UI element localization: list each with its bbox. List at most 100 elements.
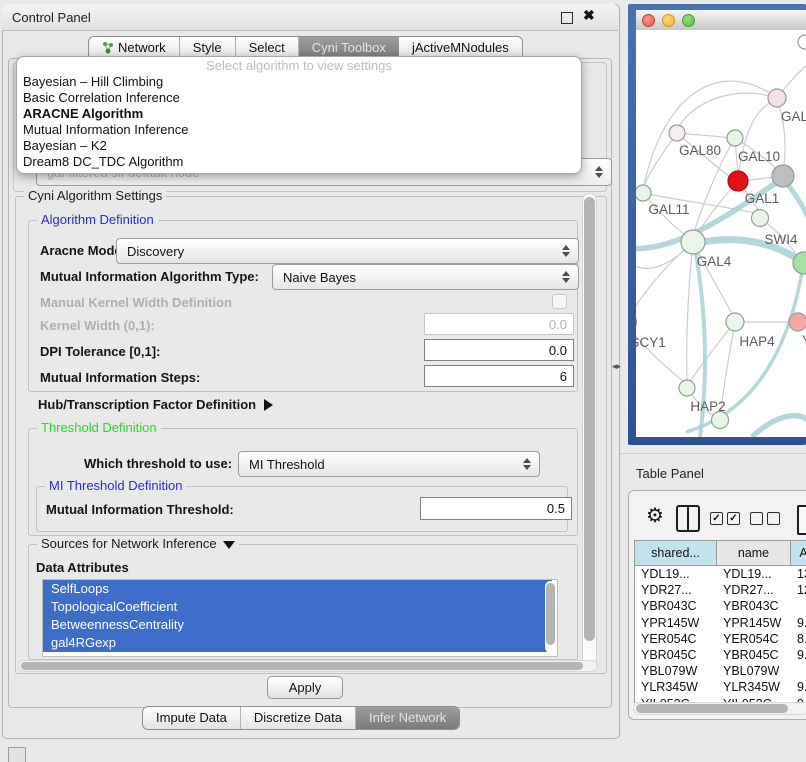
network-edge-thick[interactable] xyxy=(752,416,806,437)
mi-threshold-label: Mutual Information Threshold: xyxy=(46,502,234,517)
apply-button[interactable]: Apply xyxy=(267,676,343,699)
zoom-traffic-light-icon[interactable] xyxy=(682,14,695,27)
network-node-label: GCY1 xyxy=(636,335,666,350)
network-node-hap4[interactable] xyxy=(726,313,744,331)
algorithm-option[interactable]: ARACNE Algorithm xyxy=(17,106,581,122)
table-settings-gear-icon[interactable]: ⚙ xyxy=(646,506,664,526)
algorithm-option[interactable]: Bayesian – Hill Climbing xyxy=(17,74,581,90)
table-cell: YDL19... xyxy=(635,566,717,582)
settings-vscrollbar-thumb[interactable] xyxy=(584,197,595,641)
float-window-icon[interactable] xyxy=(561,12,573,24)
network-canvas[interactable]: GAL7GAL80GAL10GAL1GAL11SWI4GAL4GCY1HAP4Y… xyxy=(636,30,806,437)
algorithm-option[interactable]: Basic Correlation Inference xyxy=(17,90,581,106)
kernel-width-field[interactable]: 0.0 xyxy=(424,313,574,335)
table-column-header[interactable]: name xyxy=(717,541,791,565)
network-node-hap2[interactable] xyxy=(679,380,695,396)
expand-right-icon xyxy=(264,399,273,411)
table-cell: 9. xyxy=(791,615,806,631)
network-node-swi4[interactable] xyxy=(752,210,769,227)
data-attribute-item[interactable]: gal4RGexp xyxy=(43,634,552,652)
list-vscrollbar[interactable] xyxy=(545,581,556,653)
network-node-gal11[interactable] xyxy=(636,185,651,201)
data-attribute-item[interactable]: SelfLoops xyxy=(43,580,552,598)
tab-label: Cyni Toolbox xyxy=(312,40,386,55)
network-edge[interactable] xyxy=(690,322,735,381)
network-node-y[interactable] xyxy=(789,313,806,331)
algorithm-options-list: Bayesian – Hill ClimbingBasic Correlatio… xyxy=(17,74,581,170)
network-edge-thick[interactable] xyxy=(786,182,806,218)
settings-hscrollbar[interactable] xyxy=(18,660,598,672)
network-edge[interactable] xyxy=(644,81,777,185)
sources-title-row[interactable]: Sources for Network Inference xyxy=(37,536,239,551)
mi-threshold-field[interactable]: 0.5 xyxy=(420,497,572,520)
network-node-gal4[interactable] xyxy=(681,230,705,254)
table-row[interactable]: YBR045CYBR045C9. xyxy=(635,647,806,663)
bottom-tab-infer-network[interactable]: Infer Network xyxy=(356,707,459,729)
table-row[interactable]: YBL079WYBL079W xyxy=(635,663,806,679)
combo-stepper-icon xyxy=(562,270,570,284)
network-node[interactable] xyxy=(798,35,806,49)
network-edge[interactable] xyxy=(636,242,693,316)
dock-panel-icon[interactable] xyxy=(8,747,26,762)
table-row[interactable]: YDR27...YDR27...12 xyxy=(635,582,806,598)
table-hscrollbar-thumb[interactable] xyxy=(636,704,788,713)
table-column-header[interactable]: shared... xyxy=(635,541,717,565)
manual-kernel-checkbox[interactable] xyxy=(552,294,567,309)
table-row[interactable]: YLR345WYLR345W9. xyxy=(635,679,806,695)
table-cell: YLR345W xyxy=(635,679,717,695)
table-cell: YER054C xyxy=(635,631,717,647)
aracne-mode-value: Discovery xyxy=(127,244,184,259)
splitter-handle[interactable]: ◂▸ xyxy=(612,361,621,372)
cyni-settings-title: Cyni Algorithm Settings xyxy=(24,188,166,203)
network-edge[interactable] xyxy=(644,133,677,186)
dpi-tolerance-field[interactable]: 0.0 xyxy=(424,339,574,361)
table-row[interactable]: YDL19...YDL19...13 xyxy=(635,566,806,582)
network-edge[interactable] xyxy=(687,242,693,380)
close-traffic-light-icon[interactable] xyxy=(642,14,655,27)
combo-stepper-icon xyxy=(562,244,570,258)
list-vscrollbar-thumb[interactable] xyxy=(546,583,555,645)
table-hscrollbar[interactable] xyxy=(633,702,806,715)
new-table-icon[interactable] xyxy=(797,505,806,535)
network-node-gal1[interactable] xyxy=(728,171,748,191)
data-attribute-item[interactable]: TopologicalCoefficient xyxy=(43,598,552,616)
algorithm-option[interactable]: Bayesian – K2 xyxy=(17,138,581,154)
table-row[interactable]: YBR043CYBR043C xyxy=(635,598,806,614)
column-layout-icon[interactable] xyxy=(676,505,700,532)
network-node-gal7[interactable] xyxy=(768,89,786,107)
bottom-tab-discretize-data[interactable]: Discretize Data xyxy=(241,707,356,729)
combo-stepper-icon xyxy=(595,165,603,179)
close-icon[interactable]: ✖ xyxy=(583,7,595,24)
data-attributes-list[interactable]: SelfLoopsTopologicalCoefficientBetweenne… xyxy=(42,579,558,657)
network-node[interactable] xyxy=(712,412,729,429)
mi-steps-field[interactable]: 6 xyxy=(424,365,574,387)
tab-label: Select xyxy=(249,40,285,55)
minimize-traffic-light-icon[interactable] xyxy=(662,14,675,27)
deselect-all-checkboxes-icon[interactable] xyxy=(750,512,780,525)
data-attribute-item[interactable]: BetweennessCentrality xyxy=(43,616,552,634)
bottom-tab-impute-data[interactable]: Impute Data xyxy=(143,707,241,729)
aracne-mode-combobox[interactable]: Discovery xyxy=(116,238,579,264)
data-attributes-label: Data Attributes xyxy=(36,560,129,575)
algorithm-option[interactable]: Mutual Information Inference xyxy=(17,122,581,138)
table-column-header[interactable]: A xyxy=(791,541,806,565)
algorithm-option[interactable]: Dream8 DC_TDC Algorithm xyxy=(17,154,581,170)
table-cell: YLR345W xyxy=(717,679,791,695)
hub-definition-label: Hub/Transcription Factor Definition xyxy=(38,397,256,412)
table-cell: YDR27... xyxy=(635,582,717,598)
network-node-gal80[interactable] xyxy=(669,125,685,141)
network-node[interactable] xyxy=(772,165,794,187)
table-row[interactable]: YPR145WYPR145W9. xyxy=(635,615,806,631)
mi-steps-label: Mutual Information Steps: xyxy=(40,370,200,385)
settings-hscrollbar-thumb[interactable] xyxy=(21,662,583,670)
select-all-checkboxes-icon[interactable]: ✓✓ xyxy=(710,512,740,525)
mi-type-combobox[interactable]: Naive Bayes xyxy=(272,264,579,290)
hub-definition-toggle[interactable]: Hub/Transcription Factor Definition xyxy=(38,397,273,412)
control-panel-titlebar[interactable] xyxy=(2,4,618,31)
mi-threshold-value: 0.5 xyxy=(547,501,565,516)
settings-vscrollbar[interactable] xyxy=(582,193,597,671)
table-row[interactable]: YER054CYER054C8. xyxy=(635,631,806,647)
which-threshold-combobox[interactable]: MI Threshold xyxy=(238,451,540,477)
network-node-gcy1[interactable] xyxy=(636,314,637,331)
network-node-gal10[interactable] xyxy=(727,130,743,146)
